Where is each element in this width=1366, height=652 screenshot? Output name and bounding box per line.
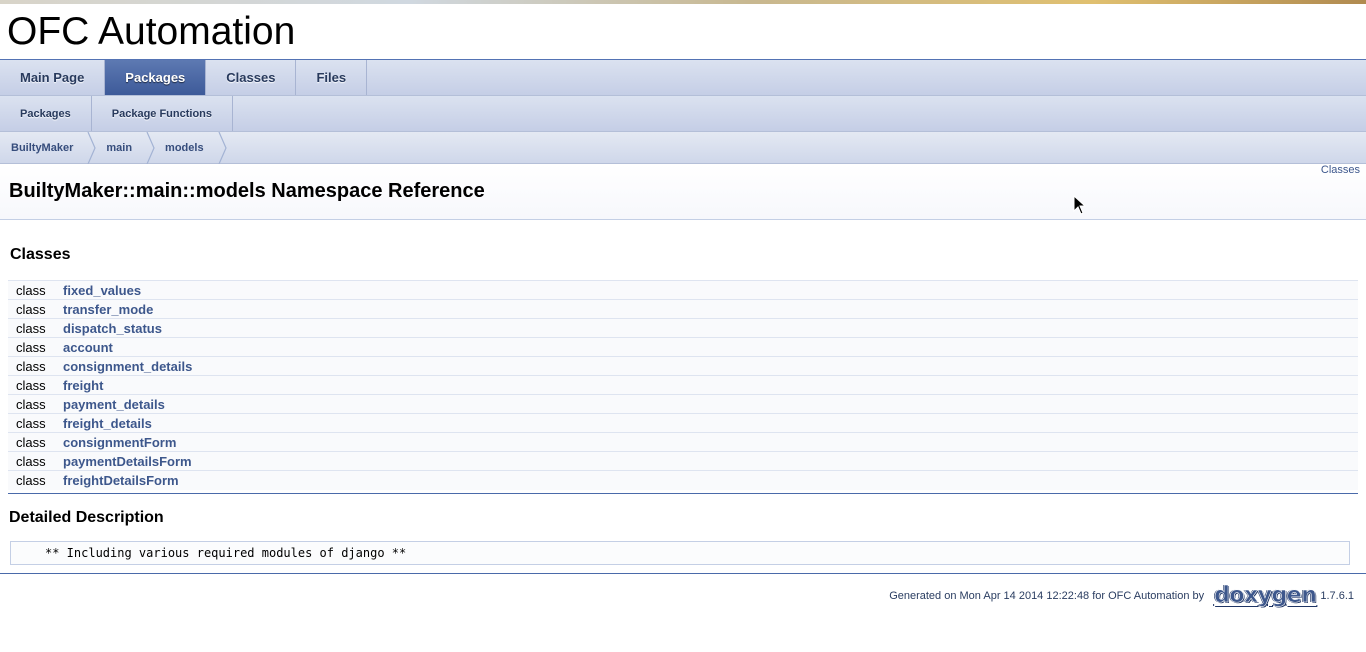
breadcrumb-separator-icon — [146, 131, 155, 164]
class-link[interactable]: fixed_values — [63, 283, 141, 298]
table-row: class transfer_mode — [8, 299, 1358, 319]
class-link[interactable]: account — [63, 340, 113, 355]
summary-link-classes[interactable]: Classes — [1321, 164, 1360, 176]
page-header: Classes BuiltyMaker::main::models Namesp… — [0, 164, 1366, 220]
class-keyword: class — [8, 280, 63, 300]
class-link[interactable]: consignment_details — [63, 359, 192, 374]
table-row: class consignmentForm — [8, 432, 1358, 452]
tab-packages[interactable]: Packages — [105, 60, 207, 95]
class-link[interactable]: dispatch_status — [63, 321, 162, 336]
subtab-packages[interactable]: Packages — [0, 96, 92, 131]
subtab-package-functions[interactable]: Package Functions — [92, 96, 234, 131]
breadcrumb-item-main[interactable]: main — [97, 132, 146, 164]
section-divider — [8, 493, 1358, 494]
detailed-description-heading: Detailed Description — [9, 509, 164, 526]
breadcrumb-item-builtymaker[interactable]: BuiltyMaker — [2, 132, 87, 164]
class-keyword: class — [8, 299, 63, 319]
table-row: class freight_details — [8, 413, 1358, 433]
tab-classes[interactable]: Classes — [206, 60, 297, 95]
classes-table: class fixed_values class transfer_mode cla… — [8, 280, 1358, 490]
doxygen-version: 1.7.6.1 — [1320, 589, 1354, 602]
code-fragment: ** Including various required modules of… — [10, 541, 1350, 565]
class-link[interactable]: payment_details — [63, 397, 165, 412]
class-link[interactable]: freight — [63, 378, 103, 393]
class-keyword: class — [8, 432, 63, 452]
mouse-cursor-icon — [1073, 195, 1087, 215]
breadcrumb-separator-icon — [218, 131, 227, 164]
breadcrumb-item-models[interactable]: models — [156, 132, 218, 164]
footer: Generated on Mon Apr 14 2014 12:22:48 fo… — [889, 583, 1354, 609]
tab-main-page[interactable]: Main Page — [0, 60, 106, 95]
table-row: class account — [8, 337, 1358, 357]
table-row: class freightDetailsForm — [8, 470, 1358, 490]
main-tabs: Main Page Packages Classes Files — [0, 60, 1366, 96]
class-keyword: class — [8, 337, 63, 357]
table-row: class payment_details — [8, 394, 1358, 414]
table-row: class consignment_details — [8, 356, 1358, 376]
footer-generated-text: Generated on Mon Apr 14 2014 12:22:48 fo… — [889, 589, 1205, 602]
table-row: class paymentDetailsForm — [8, 451, 1358, 471]
project-name: OFC Automation — [7, 10, 296, 53]
class-link[interactable]: consignmentForm — [63, 435, 176, 450]
class-keyword: class — [8, 375, 63, 395]
footer-divider — [0, 573, 1366, 574]
breadcrumb: BuiltyMaker main models — [0, 131, 1366, 164]
sub-tabs: Packages Package Functions — [0, 96, 1366, 132]
page-title: BuiltyMaker::main::models Namespace Refe… — [9, 180, 485, 202]
table-row: class dispatch_status — [8, 318, 1358, 338]
class-keyword: class — [8, 318, 63, 338]
class-link[interactable]: freight_details — [63, 416, 152, 431]
class-link[interactable]: paymentDetailsForm — [63, 454, 192, 469]
table-row: class freight — [8, 375, 1358, 395]
table-row: class fixed_values — [8, 280, 1358, 300]
class-keyword: class — [8, 413, 63, 433]
title-area: OFC Automation — [0, 4, 1366, 60]
doxygen-logo[interactable]: doxygen — [1214, 583, 1317, 609]
class-keyword: class — [8, 470, 63, 490]
class-keyword: class — [8, 451, 63, 471]
class-keyword: class — [8, 356, 63, 376]
tab-files[interactable]: Files — [296, 60, 368, 95]
class-link[interactable]: transfer_mode — [63, 302, 153, 317]
class-link[interactable]: freightDetailsForm — [63, 473, 179, 488]
class-keyword: class — [8, 394, 63, 414]
classes-heading: Classes — [10, 246, 71, 263]
breadcrumb-separator-icon — [87, 131, 97, 164]
